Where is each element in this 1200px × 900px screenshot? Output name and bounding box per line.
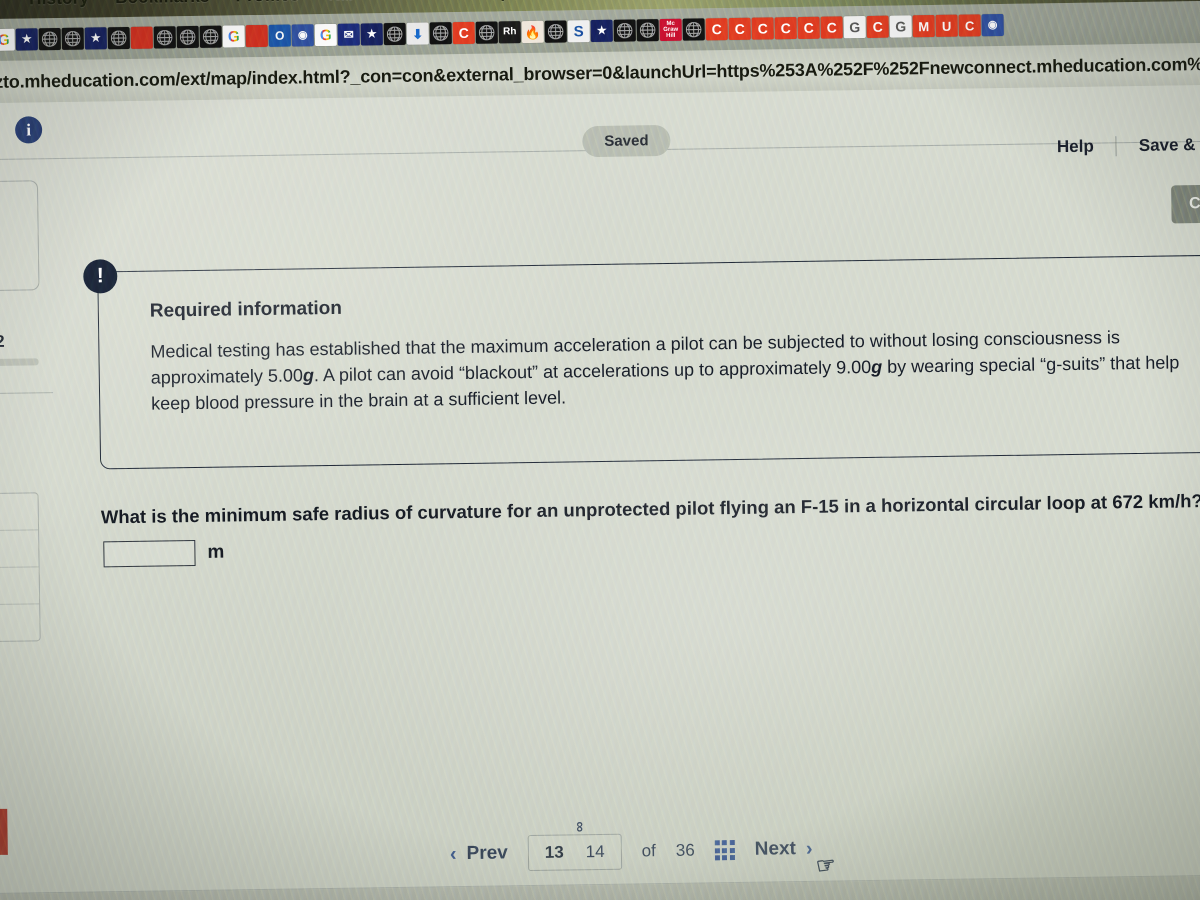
next-page-number[interactable]: 14 bbox=[586, 842, 605, 862]
part-progress-label: 1 of 2 bbox=[0, 331, 5, 352]
bookmark-g[interactable] bbox=[889, 15, 912, 38]
bookmark-globe[interactable] bbox=[682, 18, 705, 41]
footer-strip bbox=[0, 875, 1200, 900]
bookmark-s[interactable] bbox=[567, 20, 590, 43]
header-actions: Help Save & bbox=[1057, 135, 1196, 157]
bookmark-chegg[interactable] bbox=[774, 17, 797, 40]
tools-menu: Book Hint Print erences bbox=[0, 492, 41, 643]
prev-label: Prev bbox=[466, 842, 508, 865]
tools-menu-item-book[interactable]: Book bbox=[0, 493, 39, 532]
next-button[interactable]: Next › bbox=[755, 837, 813, 861]
next-label: Next bbox=[754, 838, 797, 860]
bookmark-blue[interactable] bbox=[291, 24, 314, 47]
bookmark-google[interactable] bbox=[222, 25, 245, 48]
question-number-box bbox=[0, 180, 40, 293]
mouse-cursor-icon: ☞ bbox=[814, 851, 838, 879]
bookmark-red[interactable] bbox=[130, 26, 153, 49]
bookmark-globe[interactable] bbox=[429, 22, 452, 45]
menu-help[interactable]: Help bbox=[473, 0, 511, 3]
bookmark-chegg[interactable] bbox=[958, 14, 981, 37]
bookmark-globe[interactable] bbox=[613, 19, 636, 42]
bookmark-mail[interactable] bbox=[337, 23, 360, 46]
computer-screen: History Bookmarks Profiles Tab Window He… bbox=[0, 0, 1200, 900]
sidebar-divider bbox=[0, 392, 54, 396]
link-icon: ∞ bbox=[571, 821, 589, 833]
chevron-right-icon: › bbox=[805, 837, 813, 860]
bookmark-u[interactable] bbox=[935, 14, 958, 37]
bookmark-chegg[interactable] bbox=[820, 16, 843, 39]
bookmark-shield[interactable] bbox=[360, 23, 383, 46]
page-number-box[interactable]: ∞ 13 14 bbox=[527, 821, 622, 872]
current-page: 13 bbox=[544, 842, 564, 862]
connect-assignment-page: h5 i Saved Help Save & Ch 3 1 of 2 s Boo… bbox=[0, 84, 1200, 900]
bookmark-globe[interactable] bbox=[176, 25, 199, 49]
menu-bookmarks[interactable]: Bookmarks bbox=[115, 0, 210, 8]
answer-unit-label: m bbox=[207, 541, 225, 563]
question-text: What is the minimum safe radius of curva… bbox=[100, 490, 1200, 528]
bookmark-google[interactable] bbox=[314, 23, 337, 47]
pagination: ‹ Prev ∞ 13 14 of 36 Next › ☞ bbox=[450, 821, 837, 878]
bookmark-shield[interactable] bbox=[84, 27, 107, 50]
bookmark-shield[interactable] bbox=[590, 19, 613, 43]
info-icon[interactable]: i bbox=[14, 116, 43, 144]
bookmark-g[interactable] bbox=[843, 15, 866, 39]
bookmark-m[interactable] bbox=[912, 14, 935, 38]
chevron-left-icon: ‹ bbox=[449, 842, 457, 865]
bookmark-chegg[interactable] bbox=[797, 16, 820, 40]
callout-title: Required information bbox=[149, 297, 343, 322]
bookmark-globe[interactable] bbox=[636, 19, 659, 42]
help-button[interactable]: Help bbox=[1057, 137, 1094, 158]
bookmark-chegg[interactable] bbox=[728, 17, 751, 41]
bookmark-mcgrawhill[interactable] bbox=[659, 18, 682, 42]
menu-history[interactable]: History bbox=[29, 0, 89, 9]
screen-photo: History Bookmarks Profiles Tab Window He… bbox=[0, 0, 1200, 900]
prev-button[interactable]: ‹ Prev bbox=[450, 842, 508, 866]
menu-profiles[interactable]: Profiles bbox=[235, 0, 299, 6]
bookmark-misc[interactable] bbox=[981, 13, 1004, 37]
check-answer-button[interactable]: Ch bbox=[1170, 184, 1200, 224]
bookmark-chegg[interactable] bbox=[866, 15, 889, 38]
answer-input[interactable] bbox=[103, 539, 196, 568]
download-file-icon[interactable]: w bbox=[0, 808, 8, 856]
bookmark-download[interactable] bbox=[406, 22, 429, 45]
bookmark-chegg[interactable] bbox=[452, 21, 475, 45]
url-text[interactable]: ezto.mheducation.com/ext/map/index.html?… bbox=[0, 53, 1200, 93]
bookmark-globe[interactable] bbox=[38, 27, 61, 51]
bookmark-globe[interactable] bbox=[199, 25, 222, 48]
tools-menu-item-print[interactable]: Print bbox=[0, 567, 40, 606]
bookmark-globe[interactable] bbox=[107, 26, 130, 50]
tools-menu-item-hint[interactable]: Hint bbox=[0, 530, 39, 569]
bookmark-shield[interactable] bbox=[15, 28, 38, 51]
grid-icon[interactable] bbox=[714, 840, 735, 861]
menu-tab[interactable]: Tab bbox=[325, 0, 355, 5]
total-pages: 36 bbox=[675, 840, 695, 860]
bookmark-chegg[interactable] bbox=[751, 17, 774, 40]
bookmark-globe[interactable] bbox=[383, 22, 406, 46]
bookmark-google[interactable] bbox=[0, 28, 15, 51]
bookmark-rh[interactable] bbox=[498, 21, 521, 44]
bookmark-globe[interactable] bbox=[544, 20, 567, 43]
of-label: of bbox=[641, 841, 656, 861]
bookmark-globe[interactable] bbox=[61, 27, 84, 50]
bookmark-outlook[interactable] bbox=[268, 24, 291, 47]
callout-g-symbol-2: g bbox=[871, 356, 883, 378]
part-progress-bar bbox=[0, 358, 39, 367]
action-divider bbox=[1115, 136, 1117, 157]
bookmark-globe[interactable] bbox=[475, 21, 498, 44]
answer-row: m bbox=[103, 539, 225, 568]
bookmark-globe[interactable] bbox=[153, 26, 176, 49]
save-and-exit-button[interactable]: Save & bbox=[1139, 135, 1196, 156]
callout-body: Medical testing has established that the… bbox=[150, 323, 1200, 417]
bookmark-chegg[interactable] bbox=[705, 18, 728, 41]
saved-status-badge: Saved bbox=[582, 124, 671, 158]
callout-g-symbol-1: g bbox=[302, 365, 315, 386]
menu-window[interactable]: Window bbox=[381, 0, 447, 4]
bookmark-flame[interactable] bbox=[521, 20, 544, 44]
callout-body-part2: . A pilot can avoid “blackout” at accele… bbox=[313, 357, 872, 386]
bookmark-red[interactable] bbox=[245, 24, 268, 48]
menu-items: History Bookmarks Profiles Tab Window He… bbox=[29, 0, 511, 9]
tools-menu-item-references[interactable]: erences bbox=[0, 604, 40, 642]
